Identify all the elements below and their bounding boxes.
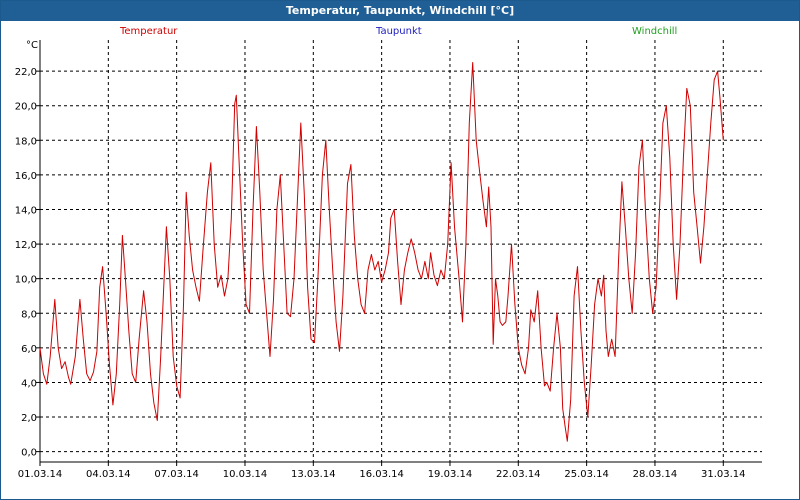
x-tick-labels: 01.03.14 04.03.14 07.03.14 10.03.14 13.03.14… [18,469,746,480]
x-tick-label: 07.03.14 [154,469,199,480]
y-tick-label: 18,0 [15,136,37,147]
x-tick-label: 10.03.14 [223,469,268,480]
grid [36,40,762,466]
y-tick-label: 12,0 [15,240,37,251]
x-tick-label: 04.03.14 [86,469,131,480]
legend: Temperatur Taupunkt Windchill [119,26,677,37]
y-tick-label: 20,0 [15,102,37,113]
y-tick-label: 8,0 [21,309,37,320]
y-tick-label: 16,0 [15,171,37,182]
y-tick-label: 0,0 [21,448,37,459]
x-tick-label: 22.03.14 [496,469,541,480]
y-tick-labels: 0,0 2,0 4,0 6,0 8,0 10,0 12,0 14,0 16,0 18,0 20,0 2… [15,67,37,458]
x-tick-label: 25.03.14 [564,469,609,480]
y-tick-label: 14,0 [15,205,37,216]
y-tick-label: 4,0 [21,378,37,389]
y-axis-unit: °C [26,40,38,51]
x-tick-label: 16.03.14 [359,469,404,480]
y-tick-label: 22,0 [15,67,37,78]
legend-taupunkt: Taupunkt [375,26,422,37]
chart-canvas: °C 0,0 2,0 4,0 6,0 8,0 10,0 12,0 14,0 16,0 18,0 20… [15,26,762,480]
x-tick-label: 19.03.14 [428,469,473,480]
y-tick-label: 6,0 [21,344,37,355]
x-tick-label: 01.03.14 [18,469,63,480]
y-tick-label: 2,0 [21,413,37,424]
x-tick-label: 31.03.14 [701,469,746,480]
legend-windchill: Windchill [632,26,677,37]
legend-temperatur: Temperatur [119,26,178,37]
axes: °C [26,40,762,463]
x-tick-label: 13.03.14 [291,469,336,480]
x-tick-label: 28.03.14 [633,469,678,480]
y-tick-label: 10,0 [15,275,37,286]
